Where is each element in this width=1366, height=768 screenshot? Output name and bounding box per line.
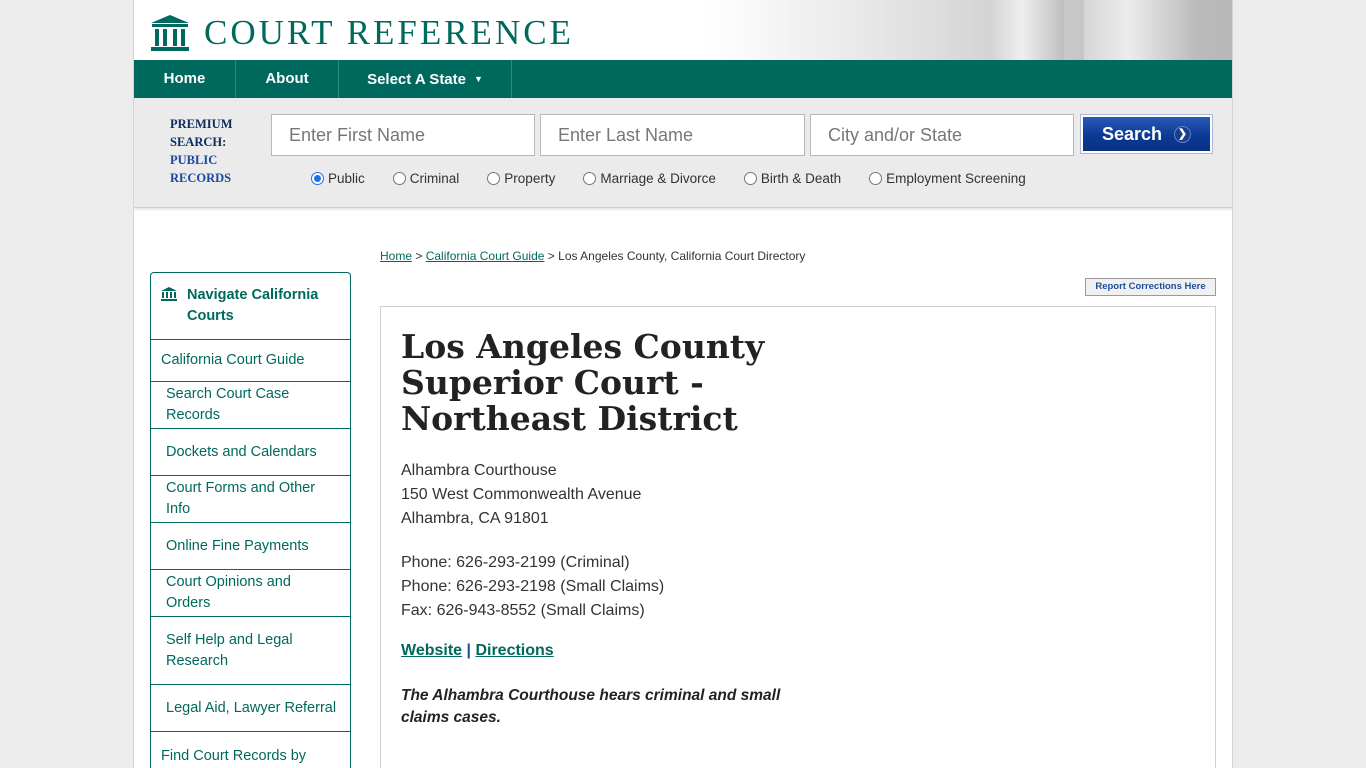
sidebar-item-label: Search Court Case Records — [166, 386, 290, 423]
premium-search-label: PREMIUM SEARCH: PUBLIC RECORDS — [170, 115, 233, 187]
radio-button[interactable] — [869, 172, 883, 185]
website-link[interactable]: Website — [401, 642, 462, 659]
radio-button[interactable] — [583, 172, 597, 185]
sidebar-item-label: Find Court Records by California County — [161, 748, 307, 764]
premium-label-line: PREMIUM — [170, 117, 233, 131]
nav-about[interactable]: About — [236, 60, 339, 98]
radio-label: Birth & Death — [760, 171, 842, 186]
nav-about-label: About — [265, 70, 309, 87]
sidebar-item-online-fine-payments[interactable]: Online Fine Payments — [151, 523, 350, 570]
sidebar-item-label: Court Opinions and Orders — [166, 574, 291, 611]
phone-criminal: Phone: 626-293-2199 (Criminal) — [401, 554, 630, 571]
nav-select-state-label: Select A State — [367, 71, 466, 88]
address-line: Alhambra, CA 91801 — [401, 510, 549, 527]
breadcrumb-guide-link[interactable]: California Court Guide — [426, 249, 545, 263]
radio-button[interactable] — [392, 172, 406, 185]
court-address: Alhambra Courthouse 150 West Commonwealt… — [401, 459, 641, 531]
radio-button[interactable] — [743, 172, 757, 185]
sidebar-item-court-opinions[interactable]: Court Opinions and Orders — [151, 570, 350, 617]
courthouse-icon — [151, 15, 189, 51]
radio-label: Employment Screening — [886, 171, 1026, 186]
first-name-input[interactable] — [271, 114, 535, 156]
premium-label-line: SEARCH: — [170, 135, 227, 149]
sidebar-item-dockets-and-calendars[interactable]: Dockets and Calendars — [151, 429, 350, 476]
logo-text: COURT REFERENCE — [204, 13, 574, 52]
header-column-image — [1084, 0, 1194, 60]
radio-marriage-divorce[interactable]: Marriage & Divorce — [583, 171, 716, 186]
court-contact: Phone: 626-293-2199 (Criminal) Phone: 62… — [401, 551, 664, 623]
sidebar-item-legal-aid[interactable]: Legal Aid, Lawyer Referral — [151, 685, 350, 732]
breadcrumb-current: Los Angeles County, California Court Dir… — [558, 249, 806, 263]
radio-button[interactable] — [487, 172, 501, 185]
radio-label: Property — [504, 171, 556, 186]
premium-label-line: PUBLIC — [170, 153, 218, 167]
court-description: The Alhambra Courthouse hears criminal a… — [401, 687, 781, 726]
radio-property[interactable]: Property — [487, 171, 555, 186]
sidebar-item-label: California Court Guide — [161, 352, 305, 368]
sidebar-item-label: Legal Aid, Lawyer Referral — [166, 699, 337, 716]
sidebar-nav: Navigate California Courts California Co… — [150, 272, 351, 768]
radio-label: Criminal — [409, 171, 460, 186]
premium-label-line: RECORDS — [170, 171, 232, 185]
courthouse-icon — [161, 287, 177, 301]
address-line: 150 West Commonwealth Avenue — [401, 486, 642, 503]
nav-home[interactable]: Home — [134, 60, 236, 98]
city-state-input[interactable] — [810, 114, 1074, 156]
sidebar-item-find-by-county[interactable]: Find Court Records by California County — [151, 732, 350, 768]
address-line: Alhambra Courthouse — [401, 462, 557, 479]
radio-label: Public — [328, 171, 365, 186]
last-name-input[interactable] — [540, 114, 805, 156]
chevron-right-icon: ❯ — [1174, 125, 1192, 143]
sidebar-item-self-help[interactable]: Self Help and Legal Research — [151, 617, 350, 685]
nav-select-state[interactable]: Select A State ▼ — [339, 60, 512, 98]
radio-label: Marriage & Divorce — [600, 171, 716, 186]
court-links: Website | Directions — [401, 642, 554, 660]
search-button[interactable]: Search ❯ — [1080, 114, 1213, 154]
site-header: COURT REFERENCE — [134, 0, 1232, 60]
radio-public[interactable]: Public — [311, 171, 365, 186]
fax-number: Fax: 626-943-8552 (Small Claims) — [401, 602, 645, 619]
nav-home-label: Home — [163, 70, 206, 87]
sidebar-item-label: Online Fine Payments — [166, 537, 309, 554]
directions-link[interactable]: Directions — [475, 642, 553, 659]
radio-button[interactable] — [311, 172, 324, 185]
breadcrumb-separator: > — [547, 249, 555, 263]
link-separator: | — [466, 642, 471, 659]
header-column-image — [994, 0, 1064, 60]
sidebar-item-california-court-guide[interactable]: California Court Guide — [151, 340, 350, 382]
page-title: Los Angeles County Superior Court - Nort… — [401, 327, 765, 438]
sidebar-item-search-court-case-records[interactable]: Search Court Case Records — [151, 382, 350, 429]
radio-criminal[interactable]: Criminal — [392, 171, 460, 186]
sidebar-item-label: Court Forms and Other Info — [166, 480, 316, 517]
breadcrumb-home-link[interactable]: Home — [380, 249, 412, 263]
search-button-label: Search — [1101, 123, 1163, 144]
radio-birth-death[interactable]: Birth & Death — [743, 171, 842, 186]
sidebar-item-label: Self Help and Legal Research — [166, 631, 293, 669]
sidebar-item-label: Dockets and Calendars — [166, 443, 317, 460]
sidebar-header: Navigate California Courts — [151, 273, 350, 340]
radio-employment-screening[interactable]: Employment Screening — [869, 171, 1026, 186]
record-type-options: Public Criminal Property Marriage & Divo… — [311, 171, 1054, 186]
sidebar-item-court-forms[interactable]: Court Forms and Other Info — [151, 476, 350, 523]
breadcrumb-separator: > — [415, 249, 423, 263]
sidebar-title: Navigate California Courts — [187, 287, 319, 324]
caret-down-icon: ▼ — [474, 74, 483, 84]
main-nav: Home About Select A State ▼ — [134, 60, 1232, 98]
premium-search-bar: PREMIUM SEARCH: PUBLIC RECORDS Search ❯ … — [134, 98, 1232, 208]
court-detail-panel: Los Angeles County Superior Court - Nort… — [380, 306, 1216, 768]
breadcrumb: Home > California Court Guide > Los Ange… — [380, 249, 805, 263]
report-corrections-button[interactable]: Report Corrections Here — [1085, 278, 1216, 296]
site-logo[interactable]: COURT REFERENCE — [150, 14, 574, 52]
page-wrapper: COURT REFERENCE Home About Select A Stat… — [133, 0, 1233, 768]
phone-small-claims: Phone: 626-293-2198 (Small Claims) — [401, 578, 665, 595]
